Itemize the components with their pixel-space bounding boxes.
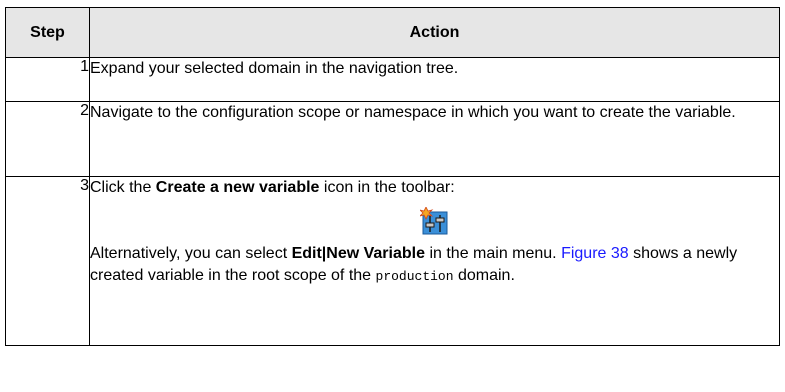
table-row: 1 Expand your selected domain in the nav… xyxy=(5,57,780,102)
step-number: 2 xyxy=(5,101,90,177)
table-header-row: Step Action xyxy=(5,7,780,58)
step-number: 3 xyxy=(5,176,90,346)
step-number: 1 xyxy=(5,57,90,102)
table-row: 3 Click the Create a new variable icon i… xyxy=(5,176,780,346)
create-variable-icon xyxy=(419,207,447,235)
step-action: Click the Create a new variable icon in … xyxy=(89,176,780,346)
alt-text-mid: in the main menu. xyxy=(425,245,562,262)
alt-text: Alternatively, you can select xyxy=(90,245,292,262)
menu-path: Edit|New Variable xyxy=(291,245,425,262)
alt-text-end: domain. xyxy=(453,267,515,284)
table-row: 2 Navigate to the configuration scope or… xyxy=(5,101,780,177)
instruction-text-suffix: icon in the toolbar: xyxy=(319,179,455,196)
instruction-text: Click the xyxy=(90,179,156,196)
header-step: Step xyxy=(5,7,90,58)
alternative-instruction: Alternatively, you can select Edit|New V… xyxy=(90,243,779,288)
step-action: Expand your selected domain in the navig… xyxy=(89,57,780,102)
procedure-table: Step Action 1 Expand your selected domai… xyxy=(5,7,780,346)
create-variable-icon-wrap xyxy=(90,199,779,243)
header-action: Action xyxy=(89,7,780,58)
step-instruction: Click the Create a new variable icon in … xyxy=(90,177,779,199)
instruction-bold: Create a new variable xyxy=(155,179,320,196)
figure-link[interactable]: Figure 38 xyxy=(561,245,629,262)
step-action: Navigate to the configuration scope or n… xyxy=(89,101,780,177)
domain-code: production xyxy=(375,269,454,284)
